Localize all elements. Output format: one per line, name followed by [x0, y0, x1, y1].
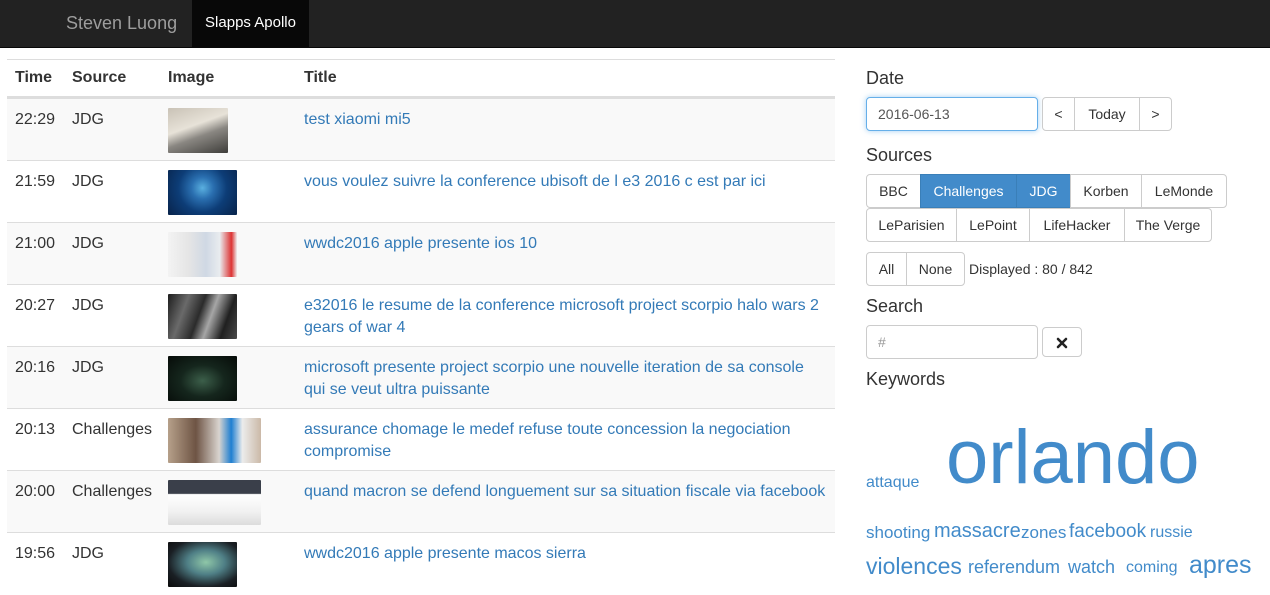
keyword-referendum[interactable]: referendum — [968, 558, 1060, 576]
table-header: Time Source Image Title — [7, 59, 835, 98]
select-none-button[interactable]: None — [906, 252, 965, 286]
row-time: 22:29 — [15, 111, 56, 128]
source-korben-button[interactable]: Korben — [1070, 174, 1142, 208]
header-title: Title — [304, 69, 337, 86]
row-time: 20:00 — [15, 483, 56, 500]
header-source: Source — [72, 69, 127, 86]
keyword-apres[interactable]: apres — [1189, 553, 1252, 578]
navbar: Steven Luong Slapps Apollo — [0, 0, 1270, 48]
select-all-button[interactable]: All — [866, 252, 907, 286]
source-challenges-button[interactable]: Challenges — [920, 174, 1017, 208]
close-icon — [1056, 337, 1068, 349]
row-thumbnail[interactable] — [168, 294, 237, 339]
row-source: JDG — [72, 297, 104, 314]
row-title-link[interactable]: quand macron se defend longuement sur sa… — [304, 481, 829, 503]
row-title-link[interactable]: wwdc2016 apple presente macos sierra — [304, 543, 829, 565]
keyword-violences[interactable]: violences — [866, 555, 962, 578]
keywords-heading: Keywords — [866, 369, 946, 389]
date-heading: Date — [866, 68, 905, 88]
nav-tab-slapps-apollo[interactable]: Slapps Apollo — [192, 0, 309, 48]
row-time: 19:56 — [15, 545, 56, 562]
row-title-link[interactable]: wwdc2016 apple presente ios 10 — [304, 233, 829, 255]
table-row: 20:13 Challenges assurance chomage le me… — [7, 408, 835, 470]
source-bbc-button[interactable]: BBC — [866, 174, 921, 208]
row-thumbnail[interactable] — [168, 542, 237, 587]
today-button[interactable]: Today — [1074, 97, 1140, 131]
keyword-russie[interactable]: russie — [1150, 525, 1193, 541]
row-time: 20:13 — [15, 421, 56, 438]
date-input[interactable]: 2016-06-13 — [866, 97, 1038, 131]
row-time: 21:00 — [15, 235, 56, 252]
row-title-link[interactable]: assurance chomage le medef refuse toute … — [304, 419, 829, 463]
row-source: JDG — [72, 235, 104, 252]
row-thumbnail[interactable] — [168, 170, 237, 215]
keyword-zones[interactable]: zones — [1021, 524, 1066, 541]
row-time: 20:27 — [15, 297, 56, 314]
source-jdg-button[interactable]: JDG — [1016, 174, 1071, 208]
keyword-facebook[interactable]: facebook — [1069, 522, 1146, 541]
keyword-orlando[interactable]: orlando — [946, 420, 1200, 496]
source-lifehacker-button[interactable]: LifeHacker — [1029, 208, 1125, 242]
row-title-link[interactable]: test xiaomi mi5 — [304, 109, 829, 131]
table-row: 21:59 JDG vous voulez suivre la conferen… — [7, 160, 835, 222]
row-source: JDG — [72, 173, 104, 190]
source-leparisien-button[interactable]: LeParisien — [866, 208, 957, 242]
clear-search-button[interactable] — [1042, 327, 1082, 357]
row-time: 21:59 — [15, 173, 56, 190]
keyword-watch[interactable]: watch — [1068, 558, 1115, 576]
table-row: 22:29 JDG test xiaomi mi5 — [7, 98, 835, 160]
prev-day-button[interactable]: < — [1042, 97, 1075, 131]
keyword-shooting[interactable]: shooting — [866, 524, 930, 541]
keyword-coming[interactable]: coming — [1126, 560, 1178, 576]
row-time: 20:16 — [15, 359, 56, 376]
source-lemonde-button[interactable]: LeMonde — [1141, 174, 1227, 208]
header-image: Image — [168, 69, 215, 86]
row-title-link[interactable]: microsoft presente project scorpio une n… — [304, 357, 829, 401]
table-row: 20:00 Challenges quand macron se defend … — [7, 470, 835, 532]
table-row: 21:00 JDG wwdc2016 apple presente ios 10 — [7, 222, 835, 284]
row-source: JDG — [72, 111, 104, 128]
next-day-button[interactable]: > — [1139, 97, 1172, 131]
sources-heading: Sources — [866, 145, 933, 165]
row-title-link[interactable]: e32016 le resume de la conference micros… — [304, 295, 829, 339]
row-thumbnail[interactable] — [168, 418, 261, 463]
table-row: 20:16 JDG microsoft presente project sco… — [7, 346, 835, 408]
row-thumbnail[interactable] — [168, 108, 228, 153]
table-row: 20:27 JDG e32016 le resume de la confere… — [7, 284, 835, 346]
source-theverge-button[interactable]: The Verge — [1124, 208, 1212, 242]
row-source: JDG — [72, 545, 104, 562]
articles-table: Time Source Image Title 22:29 JDG test x… — [7, 59, 835, 594]
source-lepoint-button[interactable]: LePoint — [956, 208, 1030, 242]
row-title-link[interactable]: vous voulez suivre la conference ubisoft… — [304, 171, 829, 193]
row-source: Challenges — [72, 421, 153, 438]
row-thumbnail[interactable] — [168, 356, 237, 401]
row-thumbnail[interactable] — [168, 480, 261, 525]
row-thumbnail[interactable] — [168, 232, 237, 277]
displayed-count: Displayed : 80 / 842 — [969, 261, 1093, 277]
keyword-attaque[interactable]: attaque — [866, 475, 919, 491]
navbar-brand[interactable]: Steven Luong — [66, 0, 177, 48]
search-input[interactable]: # — [866, 325, 1038, 359]
header-time: Time — [15, 69, 53, 86]
row-source: Challenges — [72, 483, 153, 500]
keyword-massacre[interactable]: massacre — [934, 521, 1021, 541]
row-source: JDG — [72, 359, 104, 376]
table-row: 19:56 JDG wwdc2016 apple presente macos … — [7, 532, 835, 594]
search-heading: Search — [866, 296, 924, 316]
